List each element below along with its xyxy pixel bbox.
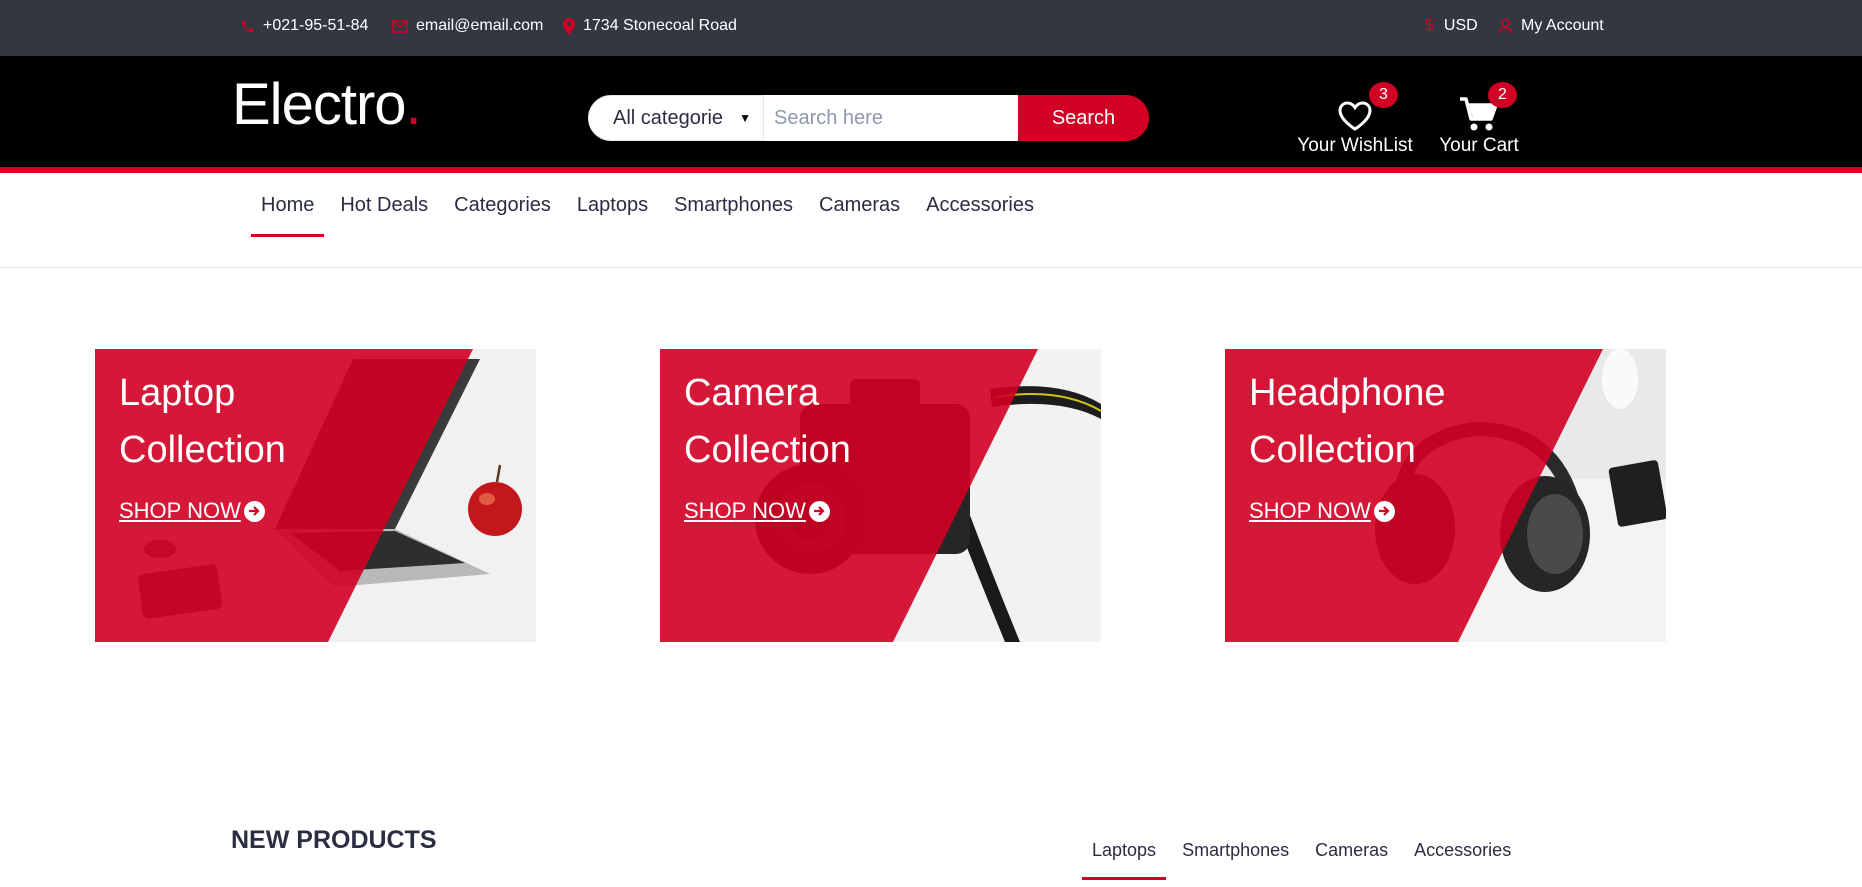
collection-title: Headphone Collection xyxy=(1249,372,1446,471)
headphone-collection-card[interactable]: Headphone Collection SHOP NOW xyxy=(1225,349,1666,642)
shop-now-label: SHOP NOW xyxy=(684,498,806,523)
tab-smartphones[interactable]: Smartphones xyxy=(1172,840,1299,880)
category-select-value: All categorie xyxy=(613,106,724,129)
cart-link[interactable]: 2 Your Cart xyxy=(1436,82,1522,157)
email-address: email@email.com xyxy=(416,17,544,34)
wishlist-link[interactable]: 3 Your WishList xyxy=(1296,82,1414,157)
tab-cameras[interactable]: Cameras xyxy=(1305,840,1398,880)
user-icon xyxy=(1498,18,1513,34)
search-button[interactable]: Search xyxy=(1018,95,1149,141)
category-select[interactable]: All categorie ▼ xyxy=(588,95,764,141)
nav-item-home[interactable]: Home xyxy=(251,173,325,237)
shop-now-link[interactable]: SHOP NOW xyxy=(684,498,830,524)
logo-dot: . xyxy=(405,72,422,137)
collection-title: Laptop Collection xyxy=(119,372,286,471)
nav-item-cameras[interactable]: Cameras xyxy=(809,173,910,237)
arrow-circle-right-icon xyxy=(243,500,265,522)
shop-now-link[interactable]: SHOP NOW xyxy=(1249,498,1395,524)
caret-down-icon: ▼ xyxy=(739,111,751,125)
wishlist-count-badge: 3 xyxy=(1369,82,1398,108)
shop-now-label: SHOP NOW xyxy=(1249,498,1371,523)
nav-item-laptops[interactable]: Laptops xyxy=(567,173,658,237)
nav-item-hot-deals[interactable]: Hot Deals xyxy=(330,173,438,237)
cart-count-badge: 2 xyxy=(1488,82,1517,108)
address-link[interactable]: 1734 Stonecoal Road xyxy=(563,0,737,52)
shop-now-link[interactable]: SHOP NOW xyxy=(119,498,265,524)
collection-title: Camera Collection xyxy=(684,372,851,471)
arrow-circle-right-icon xyxy=(1373,500,1395,522)
new-products-title: NEW PRODUCTS xyxy=(231,826,437,854)
wishlist-label: Your WishList xyxy=(1297,135,1413,156)
nav-list: Home Hot Deals Categories Laptops Smartp… xyxy=(251,173,1050,237)
logo[interactable]: Electro. xyxy=(232,70,422,140)
phone-link[interactable]: +021-95-51-84 xyxy=(240,0,368,52)
dollar-icon: $ xyxy=(1425,17,1434,34)
laptop-collection-card[interactable]: Laptop Collection SHOP NOW xyxy=(95,349,536,642)
cart-label: Your Cart xyxy=(1439,135,1519,156)
phone-icon xyxy=(241,20,254,32)
nav-item-accessories[interactable]: Accessories xyxy=(916,173,1044,237)
currency-link[interactable]: $ USD xyxy=(1425,0,1478,52)
product-category-tabs: Laptops Smartphones Cameras Accessories xyxy=(1082,840,1527,880)
phone-number: +021-95-51-84 xyxy=(263,17,369,34)
email-link[interactable]: email@email.com xyxy=(392,0,543,52)
tab-accessories[interactable]: Accessories xyxy=(1404,840,1521,880)
arrow-circle-right-icon xyxy=(808,500,830,522)
search-input[interactable] xyxy=(764,95,1018,141)
logo-text: Electro xyxy=(232,72,407,137)
search-form: All categorie ▼ Search xyxy=(588,95,1149,141)
heart-icon xyxy=(1338,101,1372,131)
store-address: 1734 Stonecoal Road xyxy=(583,17,737,34)
main-navigation: Home Hot Deals Categories Laptops Smartp… xyxy=(0,173,1862,268)
envelope-icon xyxy=(392,19,408,33)
top-header: +021-95-51-84 email@email.com 1734 Stone… xyxy=(0,0,1862,56)
nav-item-smartphones[interactable]: Smartphones xyxy=(664,173,803,237)
shop-now-label: SHOP NOW xyxy=(119,498,241,523)
camera-collection-card[interactable]: Camera Collection SHOP NOW xyxy=(660,349,1101,642)
currency-label: USD xyxy=(1443,17,1478,34)
account-link[interactable]: My Account xyxy=(1498,0,1604,52)
account-label: My Account xyxy=(1521,17,1604,34)
nav-item-categories[interactable]: Categories xyxy=(444,173,561,237)
tab-laptops[interactable]: Laptops xyxy=(1082,840,1167,880)
map-marker-icon xyxy=(563,17,575,35)
